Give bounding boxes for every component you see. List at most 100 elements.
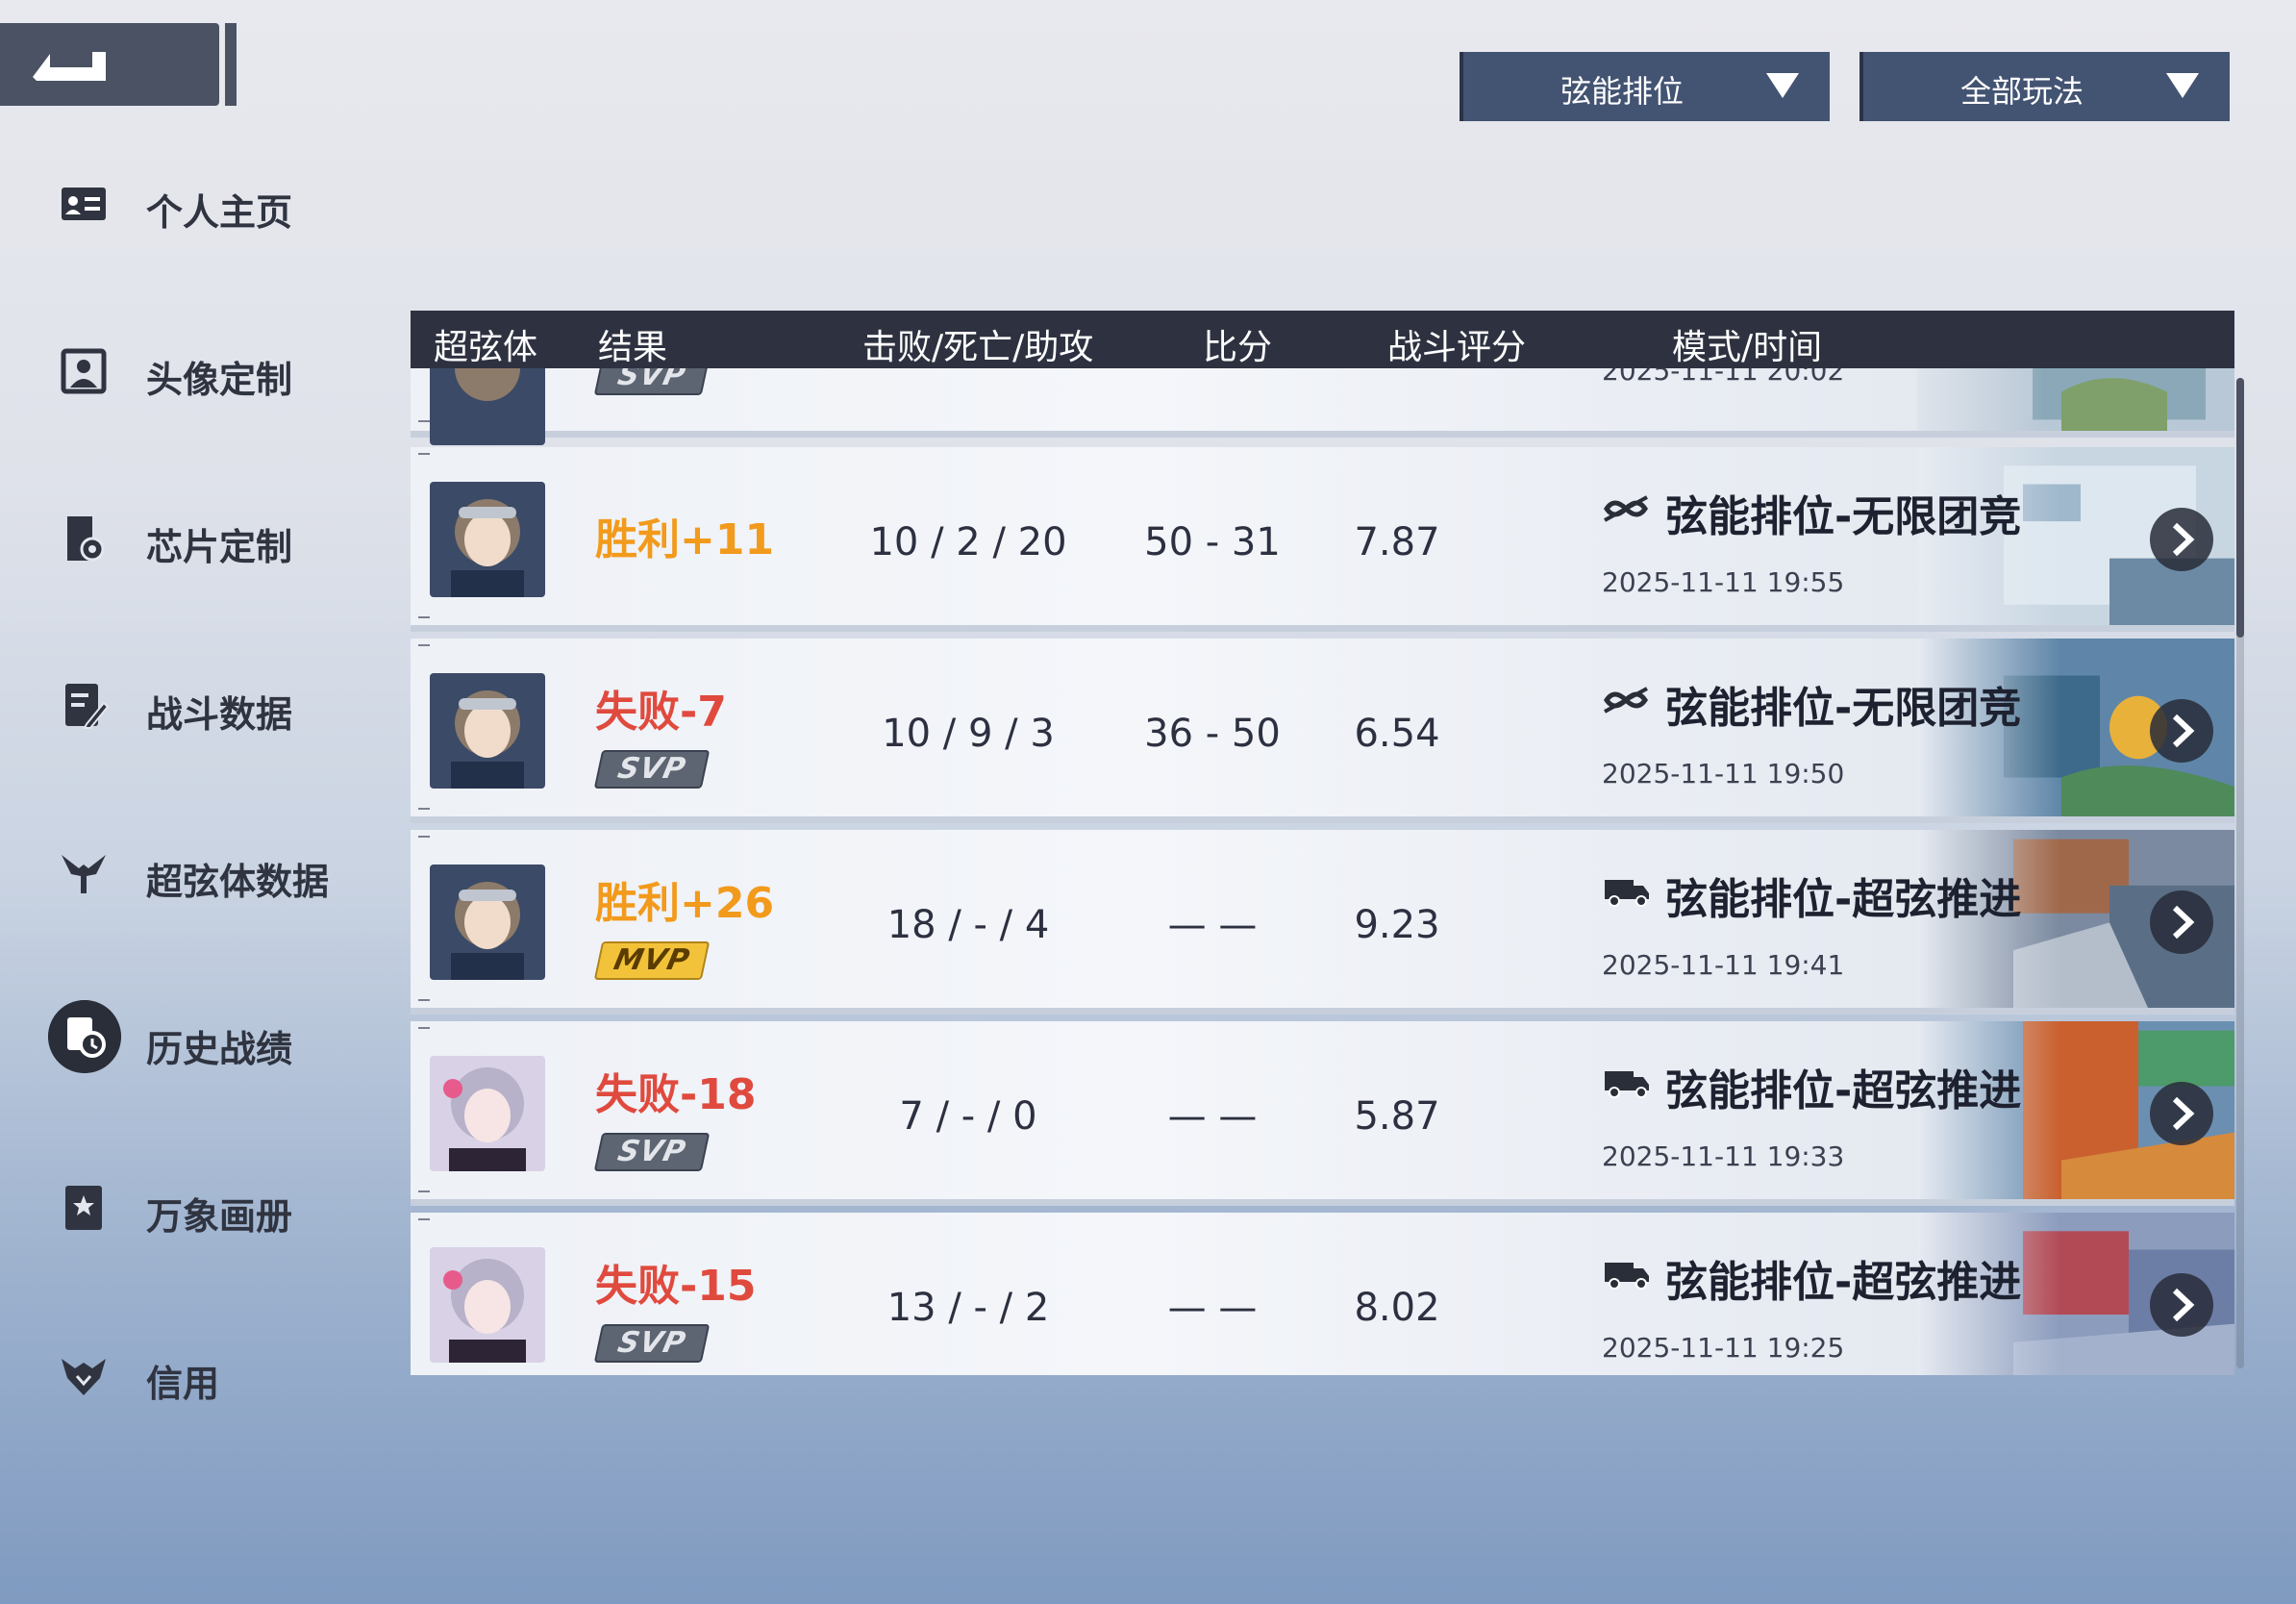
sidebar-item-label: 超弦体数据 — [146, 861, 330, 903]
sidebar-item-label: 历史战绩 — [146, 1028, 293, 1070]
character-avatar — [430, 482, 545, 597]
sidebar-item-avatar-custom[interactable]: 头像定制 — [0, 321, 365, 417]
character-avatar — [430, 1247, 545, 1363]
match-result: 胜利+11 — [595, 515, 775, 564]
table-row[interactable]: 胜利+11 10 / 2 / 20 50 - 31 7.87 弦能排位-无限团竞… — [411, 447, 2234, 632]
scrollbar-thumb[interactable] — [2236, 378, 2244, 638]
table-header: 超弦体 结果 击败/死亡/助攻 比分 战斗评分 模式/时间 — [411, 311, 2234, 368]
table-row[interactable]: 失败-18 SVP 7 / - / 0 — — 5.87 弦能排位-超弦推进 2… — [411, 1021, 2234, 1206]
sidebar-item-label: 信用 — [146, 1363, 220, 1405]
chip-gear-icon — [67, 516, 105, 562]
infinity-icon — [1603, 495, 1649, 522]
chevron-right-icon — [2172, 1096, 2195, 1131]
sidebar-item-credit[interactable]: 信用 — [0, 1325, 365, 1421]
character-avatar — [430, 1056, 545, 1171]
column-header-rating: 战斗评分 — [1387, 328, 1527, 367]
sidebar-item-profile[interactable]: 个人主页 — [0, 154, 365, 250]
row-tick-mark — [418, 420, 430, 422]
row-tick-mark — [418, 836, 430, 838]
match-result: 失败-7 — [595, 688, 727, 737]
truck-icon — [1605, 880, 1649, 907]
mvp-badge: MVP — [593, 941, 711, 980]
portrait-frame-icon — [61, 348, 107, 394]
score-value: — — — [1167, 1094, 1258, 1139]
details-button[interactable] — [2150, 1082, 2213, 1145]
chevron-right-icon — [2172, 905, 2195, 940]
sidebar-item-label: 芯片定制 — [146, 526, 293, 568]
chevron-right-icon — [2172, 1288, 2195, 1322]
sidebar-item-battle-data[interactable]: 战斗数据 — [0, 656, 365, 752]
rank-filter-dropdown[interactable]: 弦能排位 — [1460, 52, 1830, 121]
kda-value: 7 / - / 0 — [899, 1094, 1037, 1139]
table-row[interactable]: 失败-7 SVP 10 / 9 / 3 36 - 50 6.54 弦能排位-无限… — [411, 639, 2234, 823]
table-body[interactable]: SVP 2025-11-11 20:02 胜利+11 10 / 2 / 20 5… — [411, 368, 2234, 1375]
sidebar-item-history[interactable]: 历史战绩 — [0, 990, 365, 1087]
svp-badge: SVP — [593, 750, 711, 789]
details-button[interactable] — [2150, 1273, 2213, 1337]
row-tick-mark — [418, 808, 430, 810]
kda-value: 10 / 9 / 3 — [882, 712, 1055, 756]
score-value: — — — [1167, 1286, 1258, 1330]
chevron-down-icon — [2166, 73, 2199, 98]
infinity-icon — [1603, 687, 1649, 714]
kda-value: 10 / 2 / 20 — [869, 520, 1067, 564]
sidebar-item-album[interactable]: 万象画册 — [0, 1158, 365, 1254]
column-header-result: 结果 — [598, 328, 668, 367]
match-mode: 弦能排位-超弦推进 — [1665, 1258, 2022, 1307]
details-button[interactable] — [2150, 699, 2213, 763]
match-time: 2025-11-11 19:50 — [1602, 758, 1845, 789]
match-result: 失败-15 — [595, 1262, 757, 1311]
match-time: 2025-11-11 19:55 — [1602, 566, 1845, 598]
match-time: 2025-11-11 19:25 — [1602, 1332, 1845, 1364]
chevron-down-icon — [1766, 73, 1799, 98]
match-result: 胜利+26 — [595, 879, 775, 928]
table-row[interactable]: 失败-15 SVP 13 / - / 2 — — 8.02 弦能排位-超弦推进 … — [411, 1213, 2234, 1375]
match-mode: 弦能排位-超弦推进 — [1665, 875, 2022, 924]
row-tick-mark — [418, 644, 430, 646]
match-result: 失败-18 — [595, 1070, 757, 1119]
rating-value: 5.87 — [1354, 1094, 1440, 1139]
details-button[interactable] — [2150, 890, 2213, 954]
truck-icon — [1605, 1263, 1649, 1290]
row-tick-mark — [418, 999, 430, 1001]
table-row[interactable]: 胜利+26 MVP 18 / - / 4 — — 9.23 弦能排位-超弦推进 … — [411, 830, 2234, 1015]
back-button[interactable] — [0, 23, 219, 106]
character-avatar — [430, 865, 545, 980]
match-mode: 弦能排位-无限团竞 — [1665, 492, 2022, 541]
sidebar-item-chip-custom[interactable]: 芯片定制 — [0, 489, 365, 585]
column-header-kda: 击败/死亡/助攻 — [862, 328, 1094, 367]
sidebar-item-superstring-data[interactable]: 超弦体数据 — [0, 823, 365, 919]
rating-value: 7.87 — [1354, 520, 1440, 564]
back-button-accent — [225, 23, 237, 106]
row-tick-mark — [418, 1190, 430, 1192]
column-header-score: 比分 — [1203, 328, 1273, 367]
sidebar-item-label: 个人主页 — [146, 191, 293, 234]
match-history-table: 超弦体 结果 击败/死亡/助攻 比分 战斗评分 模式/时间 SVP 2025-1… — [411, 311, 2244, 1375]
history-clock-icon — [48, 1000, 121, 1073]
rating-value: 9.23 — [1354, 903, 1440, 947]
match-time: 2025-11-11 19:41 — [1602, 949, 1845, 981]
id-card-icon — [62, 188, 106, 220]
chevron-right-icon — [2172, 522, 2195, 557]
score-value: — — — [1167, 903, 1258, 947]
svp-badge: SVP — [593, 1324, 711, 1363]
back-arrow-icon — [33, 52, 106, 81]
album-star-icon — [65, 1186, 102, 1230]
score-value: 50 - 31 — [1144, 520, 1281, 564]
column-header-character: 超弦体 — [434, 328, 538, 367]
table-row[interactable]: SVP 2025-11-11 20:02 — [411, 368, 2234, 445]
column-header-mode-time: 模式/时间 — [1672, 328, 1823, 367]
details-button[interactable] — [2150, 508, 2213, 571]
rating-value: 8.02 — [1354, 1286, 1440, 1330]
mode-filter-dropdown[interactable]: 全部玩法 — [1859, 52, 2230, 121]
battle-stats-icon — [65, 684, 110, 729]
score-value: 36 - 50 — [1144, 712, 1281, 756]
row-tick-mark — [418, 1218, 430, 1220]
table-scrollbar[interactable] — [2236, 378, 2244, 1368]
match-mode: 弦能排位-超弦推进 — [1665, 1066, 2022, 1115]
chevron-right-icon — [2172, 714, 2195, 748]
sidebar-item-label: 万象画册 — [146, 1195, 293, 1238]
character-avatar — [430, 368, 545, 445]
rank-filter-label: 弦能排位 — [1560, 73, 1684, 110]
rating-value: 6.54 — [1354, 712, 1440, 756]
